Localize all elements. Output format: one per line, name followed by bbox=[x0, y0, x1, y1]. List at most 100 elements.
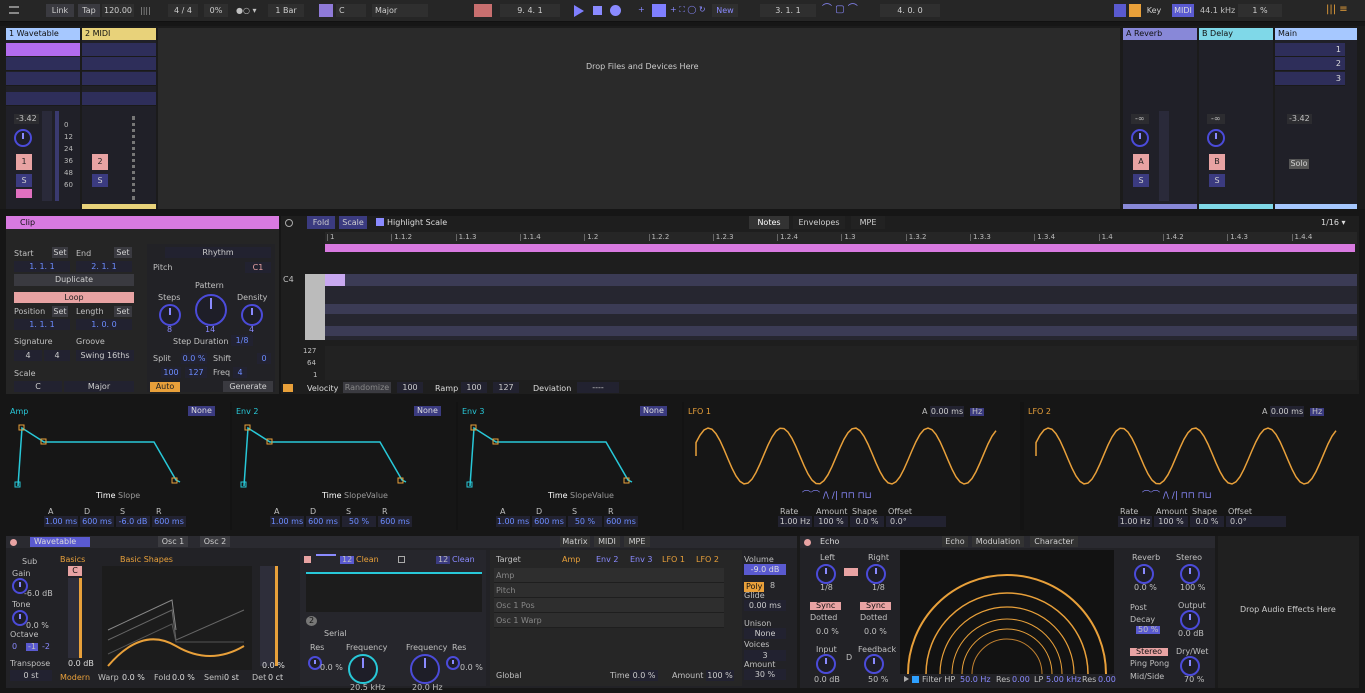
filter-toggle[interactable] bbox=[912, 676, 919, 683]
pitch-field[interactable]: C1 bbox=[245, 262, 271, 273]
scene-launch[interactable]: 1 bbox=[1275, 43, 1345, 57]
keyboard-icon[interactable] bbox=[1129, 4, 1141, 17]
adsr-value[interactable]: 50 % bbox=[342, 516, 376, 527]
loop-start[interactable]: 3. 1. 1 bbox=[760, 4, 816, 17]
lfo-shape-icons[interactable]: ⌒⌒ /\ /| ⊓⊓ ⊓⊔ bbox=[802, 492, 872, 501]
tab-osc2[interactable]: Osc 2 bbox=[200, 536, 230, 547]
scene-launch[interactable]: 2 bbox=[1275, 57, 1345, 71]
clip-slot[interactable] bbox=[82, 72, 156, 86]
loop-length[interactable]: 4. 0. 0 bbox=[880, 4, 940, 17]
duplicate-button[interactable]: Duplicate bbox=[14, 274, 134, 286]
bottom-tool-icon[interactable] bbox=[283, 384, 293, 392]
input-knob[interactable] bbox=[816, 654, 836, 674]
left-sync-button[interactable]: Sync bbox=[810, 602, 842, 610]
metronome-icon[interactable]: ●○ ▾ bbox=[236, 7, 257, 15]
step-duration-field[interactable]: 1/8 bbox=[231, 335, 253, 346]
glide-field[interactable]: 0.00 ms bbox=[744, 600, 786, 611]
envelope-graph[interactable] bbox=[240, 420, 450, 490]
velocity-field-2[interactable]: 127 bbox=[185, 367, 207, 378]
scale-toggle-icon[interactable] bbox=[319, 4, 333, 17]
midside-button[interactable]: Mid/Side bbox=[1130, 673, 1164, 681]
tab-midi[interactable]: MIDI bbox=[594, 536, 620, 547]
scale-button[interactable]: Scale bbox=[339, 216, 367, 229]
lp-value[interactable]: 5.00 kHz bbox=[1046, 676, 1081, 684]
steps-knob[interactable] bbox=[159, 304, 181, 326]
filter2-slope[interactable]: 12 bbox=[436, 556, 451, 564]
freq-field[interactable]: 4 bbox=[233, 367, 247, 378]
track-header[interactable]: 1 Wavetable bbox=[6, 28, 80, 40]
tab-character[interactable]: Character bbox=[1030, 536, 1078, 547]
pan-knob[interactable] bbox=[14, 129, 32, 147]
midi-note[interactable] bbox=[325, 274, 345, 286]
sig-denominator[interactable]: 4 bbox=[44, 350, 70, 361]
filter2-toggle[interactable] bbox=[398, 556, 405, 563]
filter2-circuit[interactable]: Clean bbox=[452, 556, 475, 564]
octave-neg2[interactable]: -2 bbox=[42, 643, 50, 651]
metro-bars-icon[interactable]: |||| bbox=[140, 7, 151, 15]
power-icon[interactable] bbox=[10, 539, 17, 546]
stop-icon[interactable] bbox=[593, 6, 602, 15]
tab-mpe[interactable]: MPE bbox=[624, 536, 650, 547]
semi-value[interactable]: 0 st bbox=[224, 674, 239, 682]
set-position-button[interactable]: Set bbox=[52, 306, 68, 317]
link-icon[interactable] bbox=[844, 568, 858, 576]
adsr-value[interactable]: 600 ms bbox=[152, 516, 186, 527]
track-header[interactable]: A Reverb bbox=[1123, 28, 1197, 40]
scale-key-select[interactable]: C bbox=[14, 381, 62, 392]
modern-select[interactable]: Modern bbox=[60, 674, 90, 682]
filter1-circuit[interactable]: Clean bbox=[356, 556, 379, 564]
follow-icon[interactable] bbox=[474, 4, 492, 17]
slope-mode[interactable]: Slope bbox=[570, 492, 592, 500]
key-select[interactable]: C bbox=[336, 4, 366, 17]
adsr-value[interactable]: -6.0 dB bbox=[116, 516, 150, 527]
link-button[interactable]: Link bbox=[46, 4, 74, 17]
volume-field[interactable]: -9.0 dB bbox=[744, 564, 786, 575]
octave-neg1[interactable]: -1 bbox=[26, 643, 38, 651]
envelope-target[interactable]: None bbox=[640, 406, 667, 416]
unison-select[interactable]: None bbox=[744, 628, 786, 639]
clip-slot[interactable] bbox=[82, 57, 156, 71]
poly-voices[interactable]: 8 bbox=[770, 582, 775, 590]
time-mode[interactable]: Time bbox=[548, 492, 568, 500]
ramp-field-1[interactable]: 100 bbox=[461, 382, 487, 393]
det-value[interactable]: 0 ct bbox=[268, 674, 283, 682]
velocity-field[interactable]: 100 bbox=[397, 382, 423, 393]
velocity-field-1[interactable]: 100 bbox=[161, 367, 181, 378]
filter1-slope[interactable]: 12 bbox=[340, 556, 355, 564]
tab-envelopes[interactable]: Envelopes bbox=[793, 216, 845, 229]
wavetable-display[interactable] bbox=[102, 566, 252, 670]
adsr-value[interactable]: 1.00 ms bbox=[44, 516, 78, 527]
hz-toggle[interactable]: Hz bbox=[970, 408, 985, 416]
feedback-knob[interactable] bbox=[864, 654, 884, 674]
pingpong-button[interactable]: Ping Pong bbox=[1130, 660, 1169, 668]
generate-button[interactable]: Generate bbox=[223, 381, 273, 392]
clip-loop-bar[interactable] bbox=[325, 244, 1355, 252]
time-signature[interactable]: 4 / 4 bbox=[168, 4, 198, 17]
track-activator[interactable]: 2 bbox=[92, 154, 108, 170]
left-time-knob[interactable] bbox=[816, 564, 836, 584]
res2-value[interactable]: 0.00 bbox=[1098, 676, 1116, 684]
scale-mode-select[interactable]: Major bbox=[64, 381, 134, 392]
randomize-button[interactable]: Randomize bbox=[343, 382, 391, 393]
adsr-value[interactable]: 600 ms bbox=[604, 516, 638, 527]
pattern-knob[interactable] bbox=[195, 294, 227, 326]
key-map-button[interactable]: Key bbox=[1143, 4, 1165, 17]
adsr-value[interactable]: 600 ms bbox=[532, 516, 566, 527]
density-knob[interactable] bbox=[241, 304, 263, 326]
automation-arm-icon[interactable] bbox=[652, 4, 666, 17]
track-volume[interactable]: -3.42 bbox=[14, 114, 39, 124]
overdub-icon[interactable]: + bbox=[638, 6, 645, 14]
offset-field[interactable]: 0.0° bbox=[1226, 516, 1286, 527]
tab-osc1[interactable]: Osc 1 bbox=[158, 536, 188, 547]
stereo-knob[interactable] bbox=[1180, 564, 1200, 584]
track-activator[interactable]: A bbox=[1133, 154, 1149, 170]
adsr-value[interactable]: 1.00 ms bbox=[270, 516, 304, 527]
rate-field[interactable]: 1.00 Hz bbox=[778, 516, 812, 527]
adsr-value[interactable]: 600 ms bbox=[306, 516, 340, 527]
left-offset[interactable]: 0.0 % bbox=[816, 628, 839, 636]
slope-mode[interactable]: Slope bbox=[344, 492, 366, 500]
volume-fader[interactable] bbox=[42, 111, 52, 201]
lfo-shape-icons[interactable]: ⌒⌒ /\ /| ⊓⊓ ⊓⊔ bbox=[1142, 492, 1212, 501]
adsr-value[interactable]: 50 % bbox=[568, 516, 602, 527]
draw-mode-icon[interactable] bbox=[1114, 4, 1126, 17]
